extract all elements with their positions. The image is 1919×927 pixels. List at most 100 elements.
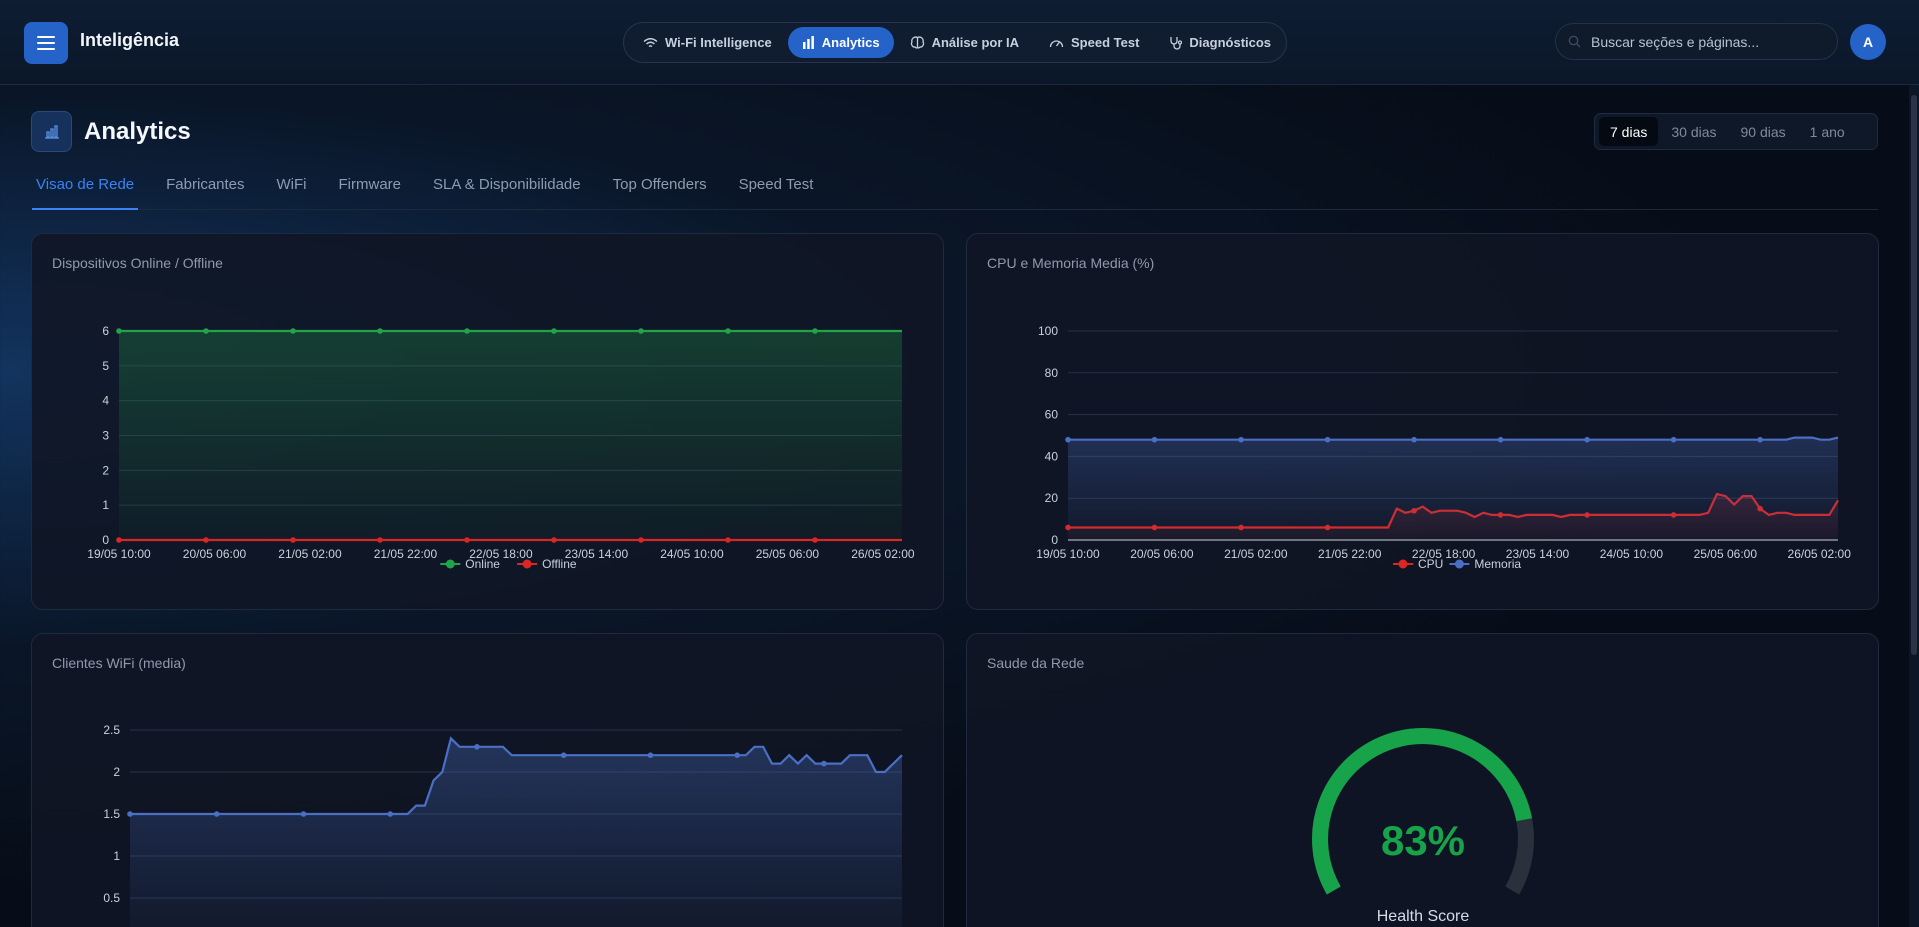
x-tick-label: 21/05 22:00 (1318, 547, 1382, 561)
legend-marker (522, 559, 532, 569)
data-point (821, 760, 827, 767)
data-point (551, 328, 557, 334)
scrollbar-thumb[interactable] (1911, 95, 1917, 655)
nav-item-analytics[interactable]: Analytics (787, 27, 894, 58)
avatar[interactable]: A (1850, 24, 1886, 60)
tab-visao-de-rede[interactable]: Visao de Rede (32, 172, 139, 210)
range-30-dias[interactable]: 30 dias (1660, 117, 1727, 146)
x-tick-label: 26/05 02:00 (1788, 547, 1852, 561)
health-gauge: 83% (1312, 728, 1534, 895)
data-point (638, 537, 644, 543)
y-tick-label: 6 (102, 324, 109, 338)
legend-marker (445, 559, 455, 569)
clients-chart-card: Clientes WiFi (media) 0.5 1 1.5 2 2.5 (31, 633, 944, 927)
x-tick-label: 20/05 06:00 (1130, 547, 1194, 561)
health-score-label: Health Score (1376, 908, 1470, 925)
scrollbar[interactable] (1909, 85, 1919, 927)
devices-chart-card: Dispositivos Online / Offline 0 1 2 3 4 5 6 19/… (31, 233, 944, 610)
data-point (734, 752, 740, 758)
x-tick-label: 21/05 02:00 (278, 547, 342, 561)
y-tick-label: 1.5 (103, 807, 120, 821)
y-tick-label: 20 (1045, 491, 1059, 505)
nav-item-wifi-intelligence[interactable]: Wi-Fi Intelligence (629, 27, 786, 58)
tab-fabricantes[interactable]: Fabricantes (162, 172, 248, 210)
page-title: Analytics (84, 118, 191, 145)
health-card: Saude da Rede 83% Health Score (966, 633, 1879, 927)
x-tick-label: 24/05 10:00 (1600, 547, 1664, 561)
data-point (725, 537, 731, 543)
tab-firmware[interactable]: Firmware (335, 172, 406, 210)
x-tick-label: 21/05 22:00 (374, 547, 438, 561)
wifi-icon (643, 37, 658, 47)
data-point (387, 811, 394, 817)
y-tick-label: 4 (102, 394, 109, 408)
y-tick-label: 2 (113, 765, 120, 779)
tab-wifi[interactable]: WiFi (273, 172, 311, 210)
search-icon (1568, 35, 1581, 48)
data-point (464, 328, 470, 334)
y-tick-label: 40 (1045, 449, 1059, 463)
analytics-tabs: Visao de Rede Fabricantes WiFi Firmware … (32, 172, 1878, 210)
data-point (213, 811, 220, 817)
y-tick-label: 0.5 (103, 891, 120, 905)
tab-sla-disponibilidade[interactable]: SLA & Disponibilidade (429, 172, 585, 210)
cpu-memory-chart-card: CPU e Memoria Media (%) 0 20 40 60 80 100 19/0… (966, 233, 1879, 610)
nav-label: Análise por IA (931, 35, 1020, 50)
y-tick-label: 1 (102, 498, 109, 512)
x-tick-label: 19/05 10:00 (87, 547, 151, 561)
data-point (1670, 436, 1677, 443)
devices-chart: 0 1 2 3 4 5 6 19/05 10:00 20/05 06:00 21/05 02:00… (87, 324, 915, 571)
search-input[interactable] (1591, 33, 1821, 50)
legend-marker (1454, 559, 1464, 569)
data-point (1238, 436, 1244, 443)
data-point (638, 328, 644, 334)
nav-item-speed-test[interactable]: Speed Test (1035, 27, 1153, 58)
series-line-memoria (1068, 436, 1839, 441)
data-point (1584, 436, 1590, 443)
x-tick-label: 19/05 10:00 (1036, 547, 1100, 561)
menu-button[interactable] (24, 22, 68, 64)
legend-label-cpu: CPU (1418, 557, 1443, 571)
main-nav: Wi-Fi Intelligence Analytics Análise por… (623, 22, 1287, 63)
x-tick-label: 25/05 06:00 (756, 547, 820, 561)
range-7-dias[interactable]: 7 dias (1599, 117, 1659, 146)
data-point (551, 537, 557, 543)
bar-chart-icon (802, 36, 814, 49)
data-point (812, 537, 818, 543)
series-area-memoria (1068, 437, 1838, 540)
nav-item-diagnosticos[interactable]: Diagnósticos (1155, 27, 1285, 58)
legend-label-offline: Offline (542, 557, 577, 571)
data-point (300, 811, 307, 817)
y-tick-label: 2 (102, 463, 109, 477)
search-box[interactable] (1555, 23, 1838, 60)
y-tick-label: 60 (1045, 408, 1059, 422)
tab-top-offenders[interactable]: Top Offenders (609, 172, 711, 210)
clients-chart: 0.5 1 1.5 2 2.5 (103, 723, 903, 927)
y-tick-label: 0 (102, 533, 109, 547)
nav-label: Analytics (821, 35, 880, 50)
y-tick-label: 1 (113, 849, 120, 863)
app-title: Inteligência (80, 30, 180, 50)
data-point (725, 328, 731, 334)
data-point (1497, 436, 1504, 443)
y-tick-label: 100 (1038, 324, 1058, 338)
data-point (1324, 436, 1331, 443)
nav-item-analise-ia[interactable]: Análise por IA (896, 27, 1033, 58)
series-area-clients (130, 738, 902, 927)
nav-label: Speed Test (1071, 35, 1140, 50)
tab-speed-test[interactable]: Speed Test (735, 172, 818, 210)
data-point (127, 811, 133, 817)
data-point (290, 537, 296, 543)
data-point (377, 328, 383, 334)
series-area-online (119, 331, 902, 540)
y-tick-label: 2.5 (103, 723, 120, 737)
data-point (560, 752, 567, 758)
range-1-ano[interactable]: 1 ano (1799, 117, 1856, 146)
gauge-value-arc (1312, 728, 1533, 895)
data-point (812, 328, 818, 334)
x-tick-label: 20/05 06:00 (183, 547, 247, 561)
y-tick-label: 5 (102, 359, 109, 373)
range-90-dias[interactable]: 90 dias (1730, 117, 1797, 146)
data-point (1065, 436, 1071, 443)
time-range-selector: 7 dias 30 dias 90 dias 1 ano (1594, 113, 1878, 150)
